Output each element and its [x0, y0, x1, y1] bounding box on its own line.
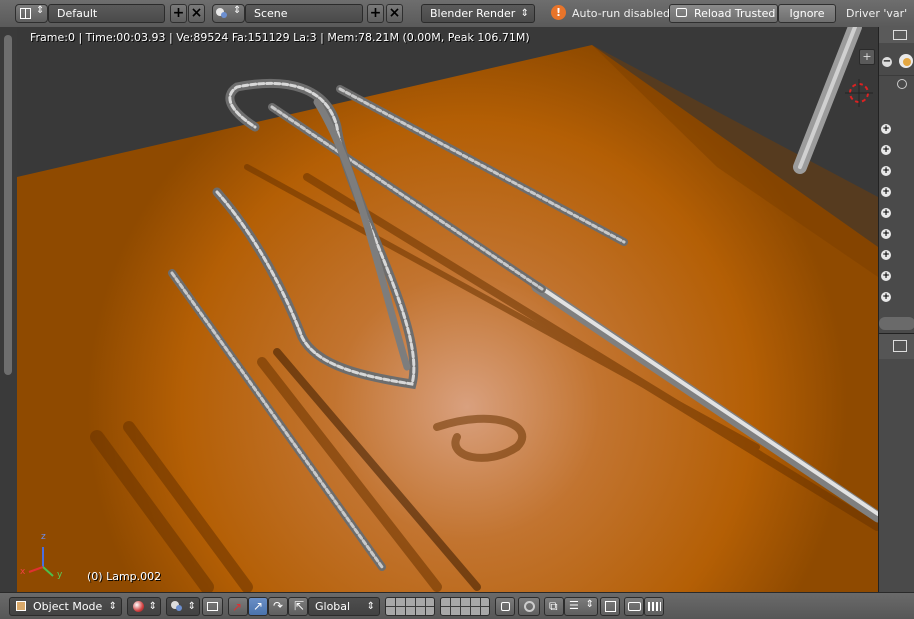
- outliner-icon: [893, 30, 907, 40]
- reload-icon: [676, 8, 687, 17]
- 3d-viewport[interactable]: z x y Frame:0 | Time:00:03.93 | Ve:89524…: [17, 27, 878, 592]
- lock-icon: [501, 602, 510, 611]
- expand-icon[interactable]: +: [881, 124, 891, 134]
- snap-toggle[interactable]: ⧉: [544, 597, 564, 616]
- expand-icon[interactable]: +: [881, 229, 891, 239]
- expand-icon[interactable]: +: [881, 271, 891, 281]
- expand-icon[interactable]: +: [881, 250, 891, 260]
- ignore-button[interactable]: Ignore: [778, 4, 836, 23]
- layers-group-1[interactable]: [385, 597, 435, 616]
- lock-layers-button[interactable]: [495, 597, 515, 616]
- orientation-label: Global: [315, 600, 351, 613]
- render-engine-label: Blender Render: [430, 7, 516, 20]
- pivot-select[interactable]: ⇕: [166, 597, 200, 616]
- expand-icon[interactable]: +: [881, 187, 891, 197]
- snap-element-select[interactable]: ☰ ⇕: [564, 597, 598, 616]
- scene-icon-dot: [903, 58, 911, 66]
- layers-icon: [441, 606, 489, 607]
- properties-icon[interactable]: [893, 340, 907, 352]
- chevron-updown-icon: ⇕: [148, 601, 157, 612]
- divider: [879, 75, 914, 76]
- properties-toggle-button[interactable]: +: [859, 49, 875, 65]
- info-header: ⇕ Default + × ⇕ Scene + × Blender Render…: [0, 0, 914, 28]
- render-animation-button[interactable]: [644, 597, 664, 616]
- properties-header: [879, 333, 914, 359]
- layers-icon: [386, 606, 434, 607]
- target-icon: [605, 601, 616, 612]
- delete-scene-button[interactable]: ×: [386, 4, 403, 23]
- expand-icon[interactable]: +: [881, 145, 891, 155]
- mode-select[interactable]: Object Mode ⇕: [9, 597, 122, 616]
- scene-icon-dot: [221, 12, 227, 18]
- arrow-icon: ↗: [253, 599, 264, 613]
- expand-icon[interactable]: +: [881, 208, 891, 218]
- editor-type-menu[interactable]: ⇕: [15, 4, 48, 23]
- camera-icon: [628, 602, 641, 611]
- pivot-icon-dot: [176, 605, 182, 611]
- delete-screen-button[interactable]: ×: [188, 4, 205, 23]
- warning-icon: !: [551, 5, 566, 20]
- viewport-header: Object Mode ⇕ ⇕ ⇕ ↗ ↗ ↷ ⇱ Global ⇕ ⧉ ☰ ⇕: [0, 592, 914, 619]
- add-scene-button[interactable]: +: [367, 4, 384, 23]
- expand-icon[interactable]: +: [881, 166, 891, 176]
- rotate-icon: ↷: [273, 599, 284, 613]
- chevron-updown-icon: ⇕: [36, 5, 45, 16]
- reload-trusted-label: Reload Trusted: [694, 7, 776, 20]
- snap-target-button[interactable]: [600, 597, 620, 616]
- scale-toggle[interactable]: ⇱: [288, 597, 308, 616]
- outliner-row-icon: [897, 79, 907, 89]
- proportional-icon: [524, 601, 535, 612]
- translate-toggle[interactable]: ↗: [248, 597, 268, 616]
- scene-field[interactable]: Scene: [245, 4, 363, 23]
- outliner-panel: − + + + + + + + + +: [878, 27, 914, 618]
- outliner-scrollbar[interactable]: [879, 317, 914, 330]
- rotate-toggle[interactable]: ↷: [268, 597, 288, 616]
- render-engine-select[interactable]: Blender Render ⇕: [421, 4, 535, 23]
- scene-menu[interactable]: ⇕: [212, 4, 245, 23]
- expand-icon[interactable]: +: [881, 292, 891, 302]
- chevron-updown-icon: ⇕: [366, 601, 375, 612]
- proportional-edit-button[interactable]: [518, 597, 540, 616]
- collapse-icon[interactable]: −: [882, 57, 892, 67]
- pivot-align-button[interactable]: [202, 597, 223, 616]
- left-scrollbar[interactable]: [4, 35, 12, 375]
- reload-trusted-button[interactable]: Reload Trusted: [669, 4, 778, 23]
- axis-y-label: y: [57, 570, 63, 580]
- 3d-cursor[interactable]: [845, 79, 873, 107]
- render-opengl-button[interactable]: [624, 597, 644, 616]
- chevron-updown-icon: ⇕: [520, 8, 529, 19]
- tool-shelf-edge: [0, 27, 18, 592]
- clapper-icon: [648, 602, 661, 611]
- scale-icon: ⇱: [294, 599, 305, 613]
- axis-z-label: z: [41, 532, 46, 542]
- grid-icon: [20, 8, 31, 19]
- orientation-select[interactable]: Global ⇕: [308, 597, 380, 616]
- align-icon: [207, 602, 218, 611]
- autorun-warning-text: Auto-run disabled: [572, 7, 670, 20]
- sphere-icon: [133, 601, 144, 612]
- chevron-updown-icon: ⇕: [187, 601, 196, 612]
- axis-x-label: x: [20, 567, 26, 577]
- viewport-scene: [17, 27, 878, 592]
- driver-message: Driver 'var': [846, 7, 908, 20]
- magnet-icon: ⧉: [549, 599, 558, 613]
- manipulator-toggle[interactable]: ↗: [228, 597, 248, 616]
- chevron-updown-icon: ⇕: [233, 5, 242, 16]
- screen-layout-field[interactable]: Default: [48, 4, 165, 23]
- shading-select[interactable]: ⇕: [127, 597, 161, 616]
- cube-icon: [16, 601, 26, 611]
- add-screen-button[interactable]: +: [170, 4, 187, 23]
- snap-icon: ☰: [569, 599, 579, 612]
- chevron-updown-icon: ⇕: [108, 601, 117, 612]
- chevron-updown-icon: ⇕: [585, 599, 594, 610]
- active-object-label: (0) Lamp.002: [87, 570, 162, 583]
- layers-group-2[interactable]: [440, 597, 490, 616]
- mode-label: Object Mode: [33, 600, 103, 613]
- outliner-header: [879, 27, 914, 43]
- viewport-stats: Frame:0 | Time:00:03.93 | Ve:89524 Fa:15…: [30, 31, 530, 44]
- manipulator-icon: ↗: [232, 600, 243, 614]
